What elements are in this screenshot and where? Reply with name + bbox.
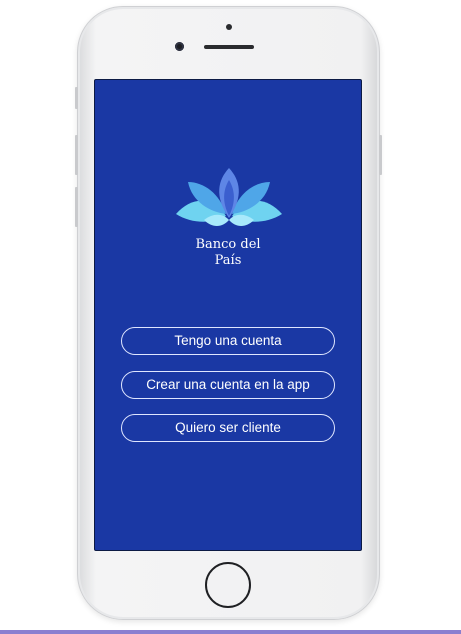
have-account-button[interactable]: Tengo una cuenta	[121, 327, 335, 355]
silent-switch	[75, 187, 78, 227]
earpiece-speaker	[204, 45, 254, 49]
volume-up-button	[75, 87, 78, 109]
mockup-stage: Banco del País Tengo una cuenta Crear un…	[0, 0, 461, 634]
power-button	[379, 135, 382, 175]
create-account-button[interactable]: Crear una cuenta en la app	[121, 371, 335, 399]
bottom-accent-bar	[0, 630, 461, 634]
front-sensor	[226, 24, 232, 30]
brand-name-line1: Banco del	[195, 237, 261, 252]
volume-down-button	[75, 135, 78, 175]
brand-name: Banco del País	[95, 237, 361, 269]
become-client-button[interactable]: Quiero ser cliente	[121, 414, 335, 442]
home-button-icon[interactable]	[205, 562, 251, 608]
lotus-flower-icon	[176, 168, 282, 226]
brand-name-line2: País	[214, 253, 242, 268]
front-camera-icon	[175, 42, 184, 51]
app-screen: Banco del País Tengo una cuenta Crear un…	[94, 79, 362, 551]
